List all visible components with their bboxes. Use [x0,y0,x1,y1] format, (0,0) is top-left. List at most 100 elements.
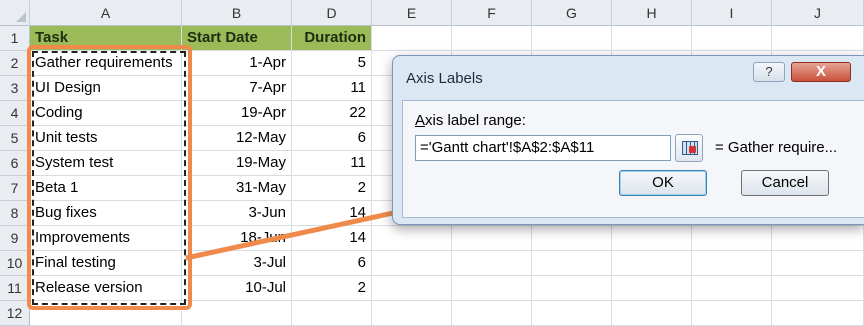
start-date-cell[interactable]: 18-Jun [182,226,292,251]
cell[interactable] [692,226,772,251]
dialog-body: Axis label range: ='Gantt chart'!$A$2:$A… [402,100,864,218]
accelerator-key: A [415,112,426,129]
column-header-h[interactable]: H [612,0,692,26]
cell[interactable] [692,301,772,326]
table-header[interactable]: Task [30,26,182,51]
row-header[interactable]: 3 [0,76,30,101]
select-all-corner[interactable] [0,0,30,26]
task-cell[interactable]: Improvements [30,226,182,251]
column-header-e[interactable]: E [372,0,452,26]
axis-label-range-input[interactable]: ='Gantt chart'!$A$2:$A$11 [415,135,671,161]
cell[interactable] [372,26,452,51]
start-date-cell[interactable]: 12-May [182,126,292,151]
duration-cell[interactable]: 6 [292,126,372,151]
start-date-cell[interactable]: 19-Apr [182,101,292,126]
row-header[interactable]: 2 [0,51,30,76]
row-header[interactable]: 5 [0,126,30,151]
table-header[interactable]: Start Date [182,26,292,51]
cell[interactable] [692,276,772,301]
ok-button[interactable]: OK [619,170,707,196]
cell[interactable] [612,26,692,51]
duration-cell[interactable]: 22 [292,101,372,126]
column-header-f[interactable]: F [452,0,532,26]
cell[interactable] [612,301,692,326]
table-header[interactable]: Duration [292,26,372,51]
column-header-i[interactable]: I [692,0,772,26]
row-header[interactable]: 7 [0,176,30,201]
axis-label-range-label: Axis label range: [415,112,526,129]
dialog-title: Axis Labels [406,70,483,87]
cell[interactable] [30,301,182,326]
cell[interactable] [292,301,372,326]
cell[interactable] [772,226,864,251]
task-cell[interactable]: Gather requirements [30,51,182,76]
cell[interactable] [372,226,452,251]
cell[interactable] [532,301,612,326]
start-date-cell[interactable]: 7-Apr [182,76,292,101]
cell[interactable] [772,26,864,51]
close-button[interactable]: X [791,62,851,82]
duration-cell[interactable]: 2 [292,276,372,301]
column-header-g[interactable]: G [532,0,612,26]
start-date-cell[interactable]: 19-May [182,151,292,176]
duration-cell[interactable]: 11 [292,76,372,101]
row-header[interactable]: 1 [0,26,30,51]
range-preview: = Gather require... [715,139,838,156]
cell[interactable] [772,301,864,326]
task-cell[interactable]: Final testing [30,251,182,276]
start-date-cell[interactable]: 1-Apr [182,51,292,76]
cell[interactable] [532,226,612,251]
range-selector-marker [689,146,696,153]
cell[interactable] [612,226,692,251]
task-cell[interactable]: UI Design [30,76,182,101]
duration-cell[interactable]: 2 [292,176,372,201]
row-header[interactable]: 6 [0,151,30,176]
cell[interactable] [772,251,864,276]
task-cell[interactable]: System test [30,151,182,176]
cell[interactable] [182,301,292,326]
duration-cell[interactable]: 5 [292,51,372,76]
row-header[interactable]: 11 [0,276,30,301]
cell[interactable] [372,276,452,301]
duration-cell[interactable]: 11 [292,151,372,176]
task-cell[interactable]: Beta 1 [30,176,182,201]
cell[interactable] [452,226,532,251]
task-cell[interactable]: Release version [30,276,182,301]
cell[interactable] [372,301,452,326]
cell[interactable] [692,26,772,51]
cell[interactable] [532,26,612,51]
column-header-d[interactable]: D [292,0,372,26]
cell[interactable] [612,276,692,301]
column-header-a[interactable]: A [30,0,182,26]
cell[interactable] [532,251,612,276]
cell[interactable] [452,251,532,276]
task-cell[interactable]: Coding [30,101,182,126]
duration-cell[interactable]: 14 [292,226,372,251]
row-header[interactable]: 9 [0,226,30,251]
task-cell[interactable]: Unit tests [30,126,182,151]
cell[interactable] [692,251,772,276]
cell[interactable] [772,276,864,301]
task-cell[interactable]: Bug fixes [30,201,182,226]
range-selector-button[interactable] [675,134,703,162]
start-date-cell[interactable]: 31-May [182,176,292,201]
column-header-j[interactable]: J [772,0,864,26]
cell[interactable] [612,251,692,276]
cancel-button[interactable]: Cancel [741,170,829,196]
duration-cell[interactable]: 6 [292,251,372,276]
cell[interactable] [372,251,452,276]
column-header-b[interactable]: B [182,0,292,26]
cell[interactable] [452,26,532,51]
duration-cell[interactable]: 14 [292,201,372,226]
cell[interactable] [452,301,532,326]
start-date-cell[interactable]: 10-Jul [182,276,292,301]
row-header[interactable]: 10 [0,251,30,276]
start-date-cell[interactable]: 3-Jul [182,251,292,276]
cell[interactable] [532,276,612,301]
cell[interactable] [452,276,532,301]
help-button[interactable]: ? [753,62,785,82]
row-header[interactable]: 4 [0,101,30,126]
row-header[interactable]: 12 [0,301,30,326]
start-date-cell[interactable]: 3-Jun [182,201,292,226]
row-header[interactable]: 8 [0,201,30,226]
